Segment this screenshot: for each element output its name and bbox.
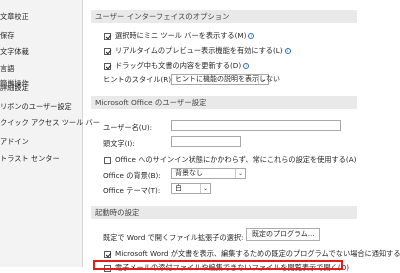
always-use-label: Office へのサインイン状態にかかわらず、常にこれらの設定を使用する(A) [115, 155, 357, 164]
update-content-label: ドラッグ中も文書の内容を更新する(D) [115, 61, 242, 70]
tooltip-style-select[interactable]: ヒントに機能の説明を表示しない ⌄ [171, 74, 280, 85]
office-background-value: 背景なし [175, 169, 203, 177]
tell-me-default-label: Microsoft Word が文書を表示、編集するための既定のプログラムでない… [115, 249, 400, 258]
live-preview-option[interactable]: リアルタイムのプレビュー表示機能を有効にする(L) i [104, 46, 291, 56]
office-theme-label: Office テーマ(T): [103, 186, 161, 195]
sidebar-item-trust-center[interactable]: トラスト センター [0, 154, 60, 164]
options-main-panel: ユーザー インターフェイスのオプション 選択時にミニ ツール バーを表示する(M… [83, 0, 400, 272]
office-background-select[interactable]: 背景なし ⌄ [171, 168, 246, 179]
username-input[interactable] [171, 120, 341, 131]
section-header-personalize: Microsoft Office のユーザー設定 [91, 96, 357, 109]
initials-input[interactable] [171, 136, 241, 147]
sidebar-item-proofing[interactable]: 文章校正 [0, 12, 29, 22]
sidebar-item-save[interactable]: 保存 [0, 31, 14, 41]
update-content-checkbox[interactable] [104, 62, 111, 70]
update-content-option[interactable]: ドラッグ中も文書の内容を更新する(D) i [104, 61, 250, 71]
chevron-down-icon: ⌄ [200, 184, 210, 193]
file-extensions-label: 既定で Word で開くファイル拡張子の選択: [103, 233, 244, 242]
tell-me-default-option[interactable]: Microsoft Word が文書を表示、編集するための既定のプログラムでない… [104, 249, 400, 259]
info-icon: i [284, 48, 291, 54]
mini-toolbar-label: 選択時にミニ ツール バーを表示する(M) [115, 31, 247, 40]
office-background-label: Office の背景(B): [103, 171, 161, 180]
sidebar-item-language[interactable]: 言語 [0, 64, 14, 74]
always-use-option[interactable]: Office へのサインイン状態にかかわらず、常にこれらの設定を使用する(A) [104, 155, 356, 165]
chevron-down-icon: ⌄ [235, 169, 245, 178]
highlight-annotation-box [93, 260, 343, 270]
always-use-checkbox[interactable] [104, 156, 111, 164]
mini-toolbar-checkbox[interactable] [104, 32, 111, 40]
office-theme-value: 白 [175, 184, 182, 192]
default-programs-button[interactable]: 既定のプログラム... [246, 228, 321, 241]
options-sidebar: 文章校正 保存 文字体裁 言語 簡単操作 詳細設定 リボンのユーザー設定 クイッ… [0, 0, 100, 267]
live-preview-checkbox[interactable] [104, 47, 111, 55]
sidebar-item-addins[interactable]: アドイン [0, 137, 29, 147]
sidebar-item-typography[interactable]: 文字体裁 [0, 47, 29, 57]
info-icon: i [248, 33, 255, 39]
mini-toolbar-option[interactable]: 選択時にミニ ツール バーを表示する(M) i [104, 31, 255, 41]
section-header-ui-options: ユーザー インターフェイスのオプション [91, 10, 357, 23]
chevron-down-icon: ⌄ [258, 75, 268, 84]
initials-label: 頭文字(I): [103, 139, 135, 148]
sidebar-item-customize-ribbon[interactable]: リボンのユーザー設定 [0, 102, 72, 112]
sidebar-item-advanced[interactable]: 詳細設定 [0, 83, 29, 93]
office-theme-select[interactable]: 白 ⌄ [171, 183, 211, 194]
info-icon: i [243, 63, 250, 69]
tell-me-default-checkbox[interactable] [104, 250, 111, 258]
tooltip-style-label: ヒントのスタイル(R): [103, 75, 174, 84]
live-preview-label: リアルタイムのプレビュー表示機能を有効にする(L) [115, 46, 283, 55]
username-label: ユーザー名(U): [103, 123, 153, 132]
section-header-startup: 起動時の設定 [91, 206, 357, 219]
